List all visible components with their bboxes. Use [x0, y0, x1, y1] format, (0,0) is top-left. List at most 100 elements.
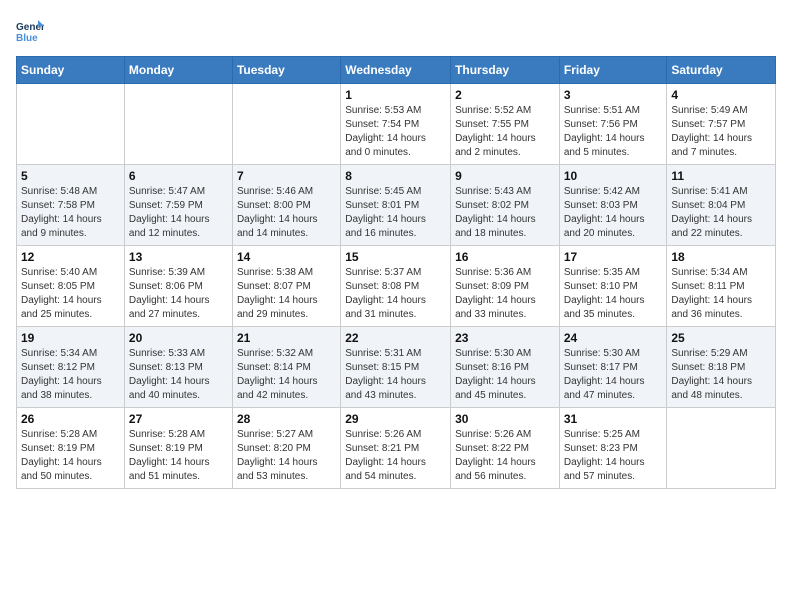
day-info: Sunrise: 5:37 AM Sunset: 8:08 PM Dayligh…: [345, 266, 446, 322]
day-info: Sunrise: 5:30 AM Sunset: 8:17 PM Dayligh…: [564, 347, 663, 403]
header-sunday: Sunday: [17, 57, 125, 84]
day-number: 7: [237, 169, 336, 183]
day-info: Sunrise: 5:40 AM Sunset: 8:05 PM Dayligh…: [21, 266, 120, 322]
day-number: 30: [455, 412, 555, 426]
calendar-cell: 3Sunrise: 5:51 AM Sunset: 7:56 PM Daylig…: [559, 84, 667, 165]
week-row-3: 19 Sunrise: 5:34 AM Sunset: 8:12 PM Dayli…: [17, 327, 776, 408]
calendar-cell: 26Sunrise: 5:28 AM Sunset: 8:19 PM Dayli…: [17, 408, 125, 489]
calendar-cell: 8 Sunrise: 5:45 AM Sunset: 8:01 PM Daylig…: [341, 165, 451, 246]
day-info: Sunrise: 5:43 AM Sunset: 8:02 PM Dayligh…: [455, 185, 555, 241]
day-info: Sunrise: 5:48 AM Sunset: 7:58 PM Dayligh…: [21, 185, 120, 241]
day-number: 21: [237, 331, 336, 345]
svg-text:Blue: Blue: [16, 33, 38, 44]
logo: General Blue: [16, 16, 48, 44]
day-number: 8: [345, 169, 446, 183]
calendar-cell: 30 Sunrise: 5:26 AM Sunset: 8:22 PM Dayli…: [451, 408, 560, 489]
calendar-cell: 12Sunrise: 5:40 AM Sunset: 8:05 PM Dayli…: [17, 246, 125, 327]
day-number: 28: [237, 412, 336, 426]
day-number: 1: [345, 88, 446, 102]
day-info: Sunrise: 5:39 AM Sunset: 8:06 PM Dayligh…: [129, 266, 228, 322]
calendar-cell: 5Sunrise: 5:48 AM Sunset: 7:58 PM Daylig…: [17, 165, 125, 246]
calendar-cell: 18Sunrise: 5:34 AM Sunset: 8:11 PM Dayli…: [667, 246, 776, 327]
header-tuesday: Tuesday: [232, 57, 340, 84]
calendar-cell: 4Sunrise: 5:49 AM Sunset: 7:57 PM Daylig…: [667, 84, 776, 165]
day-number: 31: [564, 412, 663, 426]
day-number: 13: [129, 250, 228, 264]
header-thursday: Thursday: [451, 57, 560, 84]
day-number: 27: [129, 412, 228, 426]
day-info: Sunrise: 5:35 AM Sunset: 8:10 PM Dayligh…: [564, 266, 663, 322]
week-row-2: 12Sunrise: 5:40 AM Sunset: 8:05 PM Dayli…: [17, 246, 776, 327]
day-info: Sunrise: 5:29 AM Sunset: 8:18 PM Dayligh…: [671, 347, 771, 403]
calendar-cell: 2 Sunrise: 5:52 AM Sunset: 7:55 PM Daylig…: [451, 84, 560, 165]
day-number: 15: [345, 250, 446, 264]
calendar-body: 1 Sunrise: 5:53 AM Sunset: 7:54 PM Daylig…: [17, 84, 776, 489]
calendar-cell: 9 Sunrise: 5:43 AM Sunset: 8:02 PM Daylig…: [451, 165, 560, 246]
day-info: Sunrise: 5:34 AM Sunset: 8:12 PM Dayligh…: [21, 347, 120, 403]
calendar-table: SundayMondayTuesdayWednesdayThursdayFrid…: [16, 56, 776, 489]
day-info: Sunrise: 5:53 AM Sunset: 7:54 PM Dayligh…: [345, 104, 446, 160]
calendar-cell: 19 Sunrise: 5:34 AM Sunset: 8:12 PM Dayli…: [17, 327, 125, 408]
day-number: 20: [129, 331, 228, 345]
calendar-cell: 7 Sunrise: 5:46 AM Sunset: 8:00 PM Daylig…: [232, 165, 340, 246]
day-number: 23: [455, 331, 555, 345]
calendar-cell: 27 Sunrise: 5:28 AM Sunset: 8:19 PM Dayli…: [124, 408, 232, 489]
day-number: 19: [21, 331, 120, 345]
calendar-cell: [124, 84, 232, 165]
calendar-cell: 28 Sunrise: 5:27 AM Sunset: 8:20 PM Dayli…: [232, 408, 340, 489]
day-info: Sunrise: 5:41 AM Sunset: 8:04 PM Dayligh…: [671, 185, 771, 241]
calendar-cell: 6 Sunrise: 5:47 AM Sunset: 7:59 PM Daylig…: [124, 165, 232, 246]
day-info: Sunrise: 5:47 AM Sunset: 7:59 PM Dayligh…: [129, 185, 228, 241]
day-number: 4: [671, 88, 771, 102]
week-row-0: 1 Sunrise: 5:53 AM Sunset: 7:54 PM Daylig…: [17, 84, 776, 165]
day-number: 29: [345, 412, 446, 426]
day-info: Sunrise: 5:42 AM Sunset: 8:03 PM Dayligh…: [564, 185, 663, 241]
calendar-cell: 22 Sunrise: 5:31 AM Sunset: 8:15 PM Dayli…: [341, 327, 451, 408]
header-monday: Monday: [124, 57, 232, 84]
day-info: Sunrise: 5:32 AM Sunset: 8:14 PM Dayligh…: [237, 347, 336, 403]
day-info: Sunrise: 5:34 AM Sunset: 8:11 PM Dayligh…: [671, 266, 771, 322]
day-number: 14: [237, 250, 336, 264]
header-row: SundayMondayTuesdayWednesdayThursdayFrid…: [17, 57, 776, 84]
calendar-cell: 13 Sunrise: 5:39 AM Sunset: 8:06 PM Dayli…: [124, 246, 232, 327]
day-info: Sunrise: 5:26 AM Sunset: 8:22 PM Dayligh…: [455, 428, 555, 484]
header-saturday: Saturday: [667, 57, 776, 84]
day-number: 24: [564, 331, 663, 345]
calendar-cell: 14Sunrise: 5:38 AM Sunset: 8:07 PM Dayli…: [232, 246, 340, 327]
day-info: Sunrise: 5:27 AM Sunset: 8:20 PM Dayligh…: [237, 428, 336, 484]
day-number: 6: [129, 169, 228, 183]
header-friday: Friday: [559, 57, 667, 84]
calendar-cell: 15 Sunrise: 5:37 AM Sunset: 8:08 PM Dayli…: [341, 246, 451, 327]
calendar-cell: 16 Sunrise: 5:36 AM Sunset: 8:09 PM Dayli…: [451, 246, 560, 327]
day-info: Sunrise: 5:31 AM Sunset: 8:15 PM Dayligh…: [345, 347, 446, 403]
day-info: Sunrise: 5:30 AM Sunset: 8:16 PM Dayligh…: [455, 347, 555, 403]
day-number: 22: [345, 331, 446, 345]
day-number: 17: [564, 250, 663, 264]
calendar-cell: [667, 408, 776, 489]
calendar-cell: 20Sunrise: 5:33 AM Sunset: 8:13 PM Dayli…: [124, 327, 232, 408]
calendar-header: SundayMondayTuesdayWednesdayThursdayFrid…: [17, 57, 776, 84]
calendar-cell: 23 Sunrise: 5:30 AM Sunset: 8:16 PM Dayli…: [451, 327, 560, 408]
calendar-cell: 11 Sunrise: 5:41 AM Sunset: 8:04 PM Dayli…: [667, 165, 776, 246]
day-info: Sunrise: 5:25 AM Sunset: 8:23 PM Dayligh…: [564, 428, 663, 484]
day-number: 9: [455, 169, 555, 183]
calendar-cell: 24 Sunrise: 5:30 AM Sunset: 8:17 PM Dayli…: [559, 327, 667, 408]
logo-icon: General Blue: [16, 16, 44, 44]
calendar-cell: 17 Sunrise: 5:35 AM Sunset: 8:10 PM Dayli…: [559, 246, 667, 327]
day-number: 25: [671, 331, 771, 345]
day-info: Sunrise: 5:45 AM Sunset: 8:01 PM Dayligh…: [345, 185, 446, 241]
week-row-4: 26Sunrise: 5:28 AM Sunset: 8:19 PM Dayli…: [17, 408, 776, 489]
day-info: Sunrise: 5:28 AM Sunset: 8:19 PM Dayligh…: [129, 428, 228, 484]
page-header: General Blue: [16, 16, 776, 44]
calendar-cell: [17, 84, 125, 165]
calendar-cell: 25 Sunrise: 5:29 AM Sunset: 8:18 PM Dayli…: [667, 327, 776, 408]
day-info: Sunrise: 5:36 AM Sunset: 8:09 PM Dayligh…: [455, 266, 555, 322]
day-number: 11: [671, 169, 771, 183]
day-info: Sunrise: 5:52 AM Sunset: 7:55 PM Dayligh…: [455, 104, 555, 160]
calendar-cell: 21 Sunrise: 5:32 AM Sunset: 8:14 PM Dayli…: [232, 327, 340, 408]
day-number: 2: [455, 88, 555, 102]
calendar-cell: [232, 84, 340, 165]
calendar-cell: 29Sunrise: 5:26 AM Sunset: 8:21 PM Dayli…: [341, 408, 451, 489]
day-info: Sunrise: 5:46 AM Sunset: 8:00 PM Dayligh…: [237, 185, 336, 241]
day-number: 16: [455, 250, 555, 264]
